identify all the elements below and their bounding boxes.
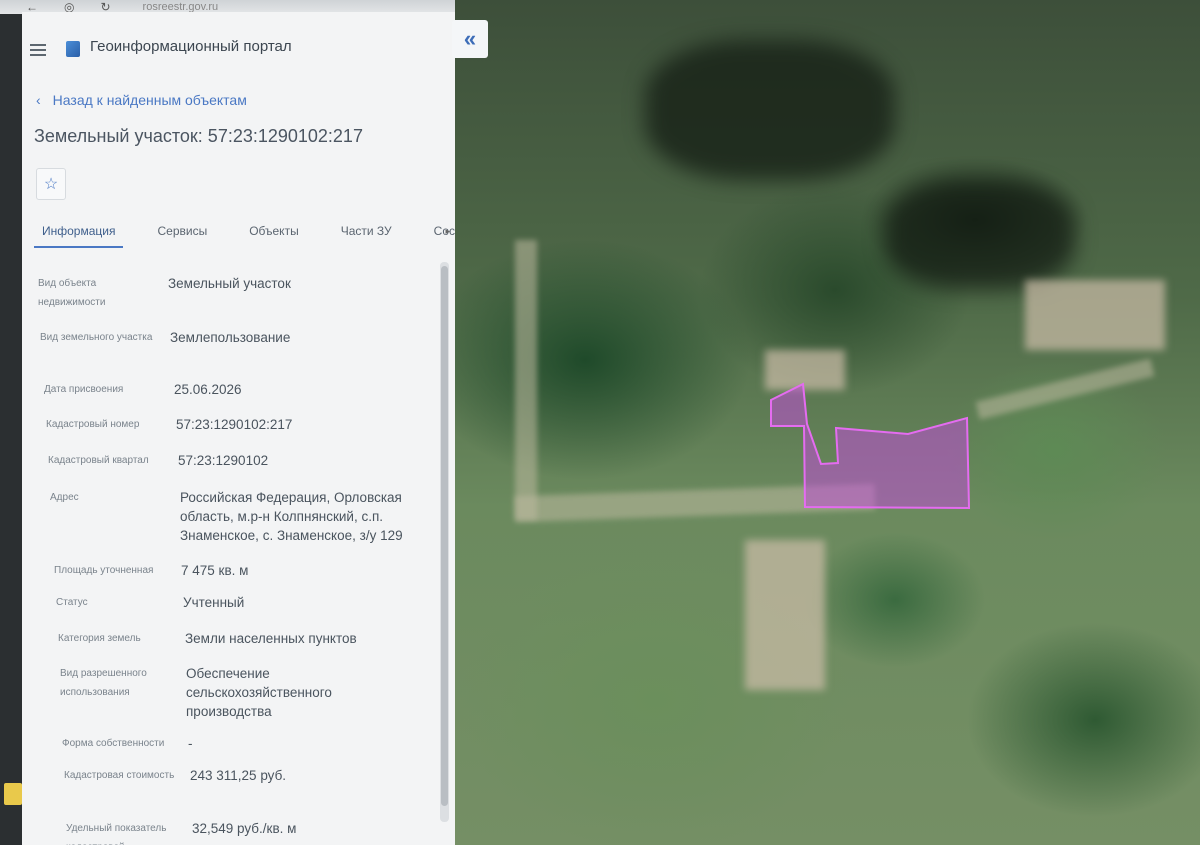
info-row-land-category: Категория земель Земли населенных пункто… — [58, 629, 435, 648]
info-row-land-type: Вид земельного участка Землепользование — [40, 328, 420, 347]
info-row-object-type: Вид объекта недвижимости Земельный участ… — [38, 274, 418, 312]
info-label: Вид объекта недвижимости — [38, 278, 106, 308]
info-label: Категория земель — [58, 633, 141, 644]
info-value: 57:23:1290102:217 — [176, 417, 293, 432]
tab-bar: Информация Сервисы Объекты Части ЗУ Сост… — [34, 222, 460, 252]
info-panel: Геоинформационный портал ‹ Назад к найде… — [22, 12, 460, 845]
info-label: Форма собственности — [62, 738, 165, 749]
page-title: Земельный участок: 57:23:1290102:217 — [34, 126, 363, 146]
info-row-permitted-use: Вид разрешенного использования Обеспечен… — [60, 664, 386, 721]
info-value: Российская Федерация, Орловская область,… — [180, 490, 403, 543]
portal-title: Геоинформационный портал — [90, 38, 292, 55]
back-link-label: Назад к найденным объектам — [52, 92, 247, 108]
info-value: 243 311,25 руб. — [190, 768, 287, 783]
info-value: 7 475 кв. м — [181, 563, 249, 578]
info-value: Учтенный — [183, 595, 245, 610]
info-row-address: Адрес Российская Федерация, Орловская об… — [50, 488, 426, 545]
info-row-area: Площадь уточненная 7 475 кв. м — [54, 561, 431, 580]
tab-services[interactable]: Сервисы — [149, 222, 215, 246]
info-row-cadastral-value: Кадастровая стоимость 243 311,25 руб. — [64, 766, 440, 785]
tab-objects[interactable]: Объекты — [241, 222, 307, 246]
info-row-cadastral-number: Кадастровый номер 57:23:1290102:217 — [46, 415, 426, 434]
info-label: Кадастровый квартал — [48, 455, 149, 466]
info-label: Удельный показатель кадастровой — [66, 823, 167, 845]
info-row-assignment-date: Дата присвоения 25.06.2026 — [44, 380, 424, 399]
star-icon: ☆ — [43, 176, 59, 193]
tab-parts[interactable]: Части ЗУ — [333, 222, 400, 246]
info-label: Вид земельного участка — [40, 332, 153, 343]
satellite-map[interactable] — [455, 0, 1200, 845]
info-value: - — [188, 736, 193, 751]
info-value: 25.06.2026 — [174, 382, 242, 397]
scrollbar-thumb[interactable] — [441, 266, 448, 806]
chevron-left-icon: ‹ — [36, 92, 41, 108]
info-label: Кадастровый номер — [46, 419, 140, 430]
collapse-panel-button[interactable]: « — [452, 20, 488, 58]
scrollbar[interactable] — [440, 262, 449, 822]
screen-bezel — [0, 14, 24, 845]
info-value: Земельный участок — [168, 276, 291, 291]
info-value: Земли населенных пунктов — [185, 631, 357, 646]
info-row-specific-value: Удельный показатель кадастровой 32,549 р… — [66, 819, 442, 845]
info-value: 57:23:1290102 — [178, 453, 269, 468]
parcel-outline[interactable] — [455, 0, 1200, 845]
info-row-ownership: Форма собственности - — [62, 734, 438, 753]
info-label: Статус — [56, 597, 88, 608]
info-label: Адрес — [50, 492, 79, 503]
back-to-results-link[interactable]: ‹ Назад к найденным объектам — [36, 92, 247, 108]
double-chevron-left-icon: « — [463, 26, 477, 51]
tab-information[interactable]: Информация — [34, 222, 124, 248]
info-value: Обеспечение сельскохозяйственного произв… — [186, 666, 332, 719]
info-value: Землепользование — [170, 330, 291, 345]
info-label: Кадастровая стоимость — [64, 770, 175, 781]
info-label: Вид разрешенного использования — [60, 668, 147, 698]
parcel-polygon[interactable] — [770, 382, 971, 510]
info-label: Площадь уточненная — [54, 565, 154, 576]
taskbar-app-icon[interactable] — [4, 783, 22, 805]
portal-logo-icon — [66, 41, 80, 57]
tabs-scroll-right-icon[interactable]: ▸ — [445, 226, 450, 237]
info-row-cadastral-quarter: Кадастровый квартал 57:23:1290102 — [48, 451, 428, 470]
favorite-button[interactable]: ☆ — [36, 168, 66, 200]
menu-icon[interactable] — [30, 44, 46, 56]
info-label: Дата присвоения — [44, 384, 124, 395]
info-row-status: Статус Учтенный — [56, 593, 433, 612]
info-value: 32,549 руб./кв. м — [192, 821, 297, 836]
